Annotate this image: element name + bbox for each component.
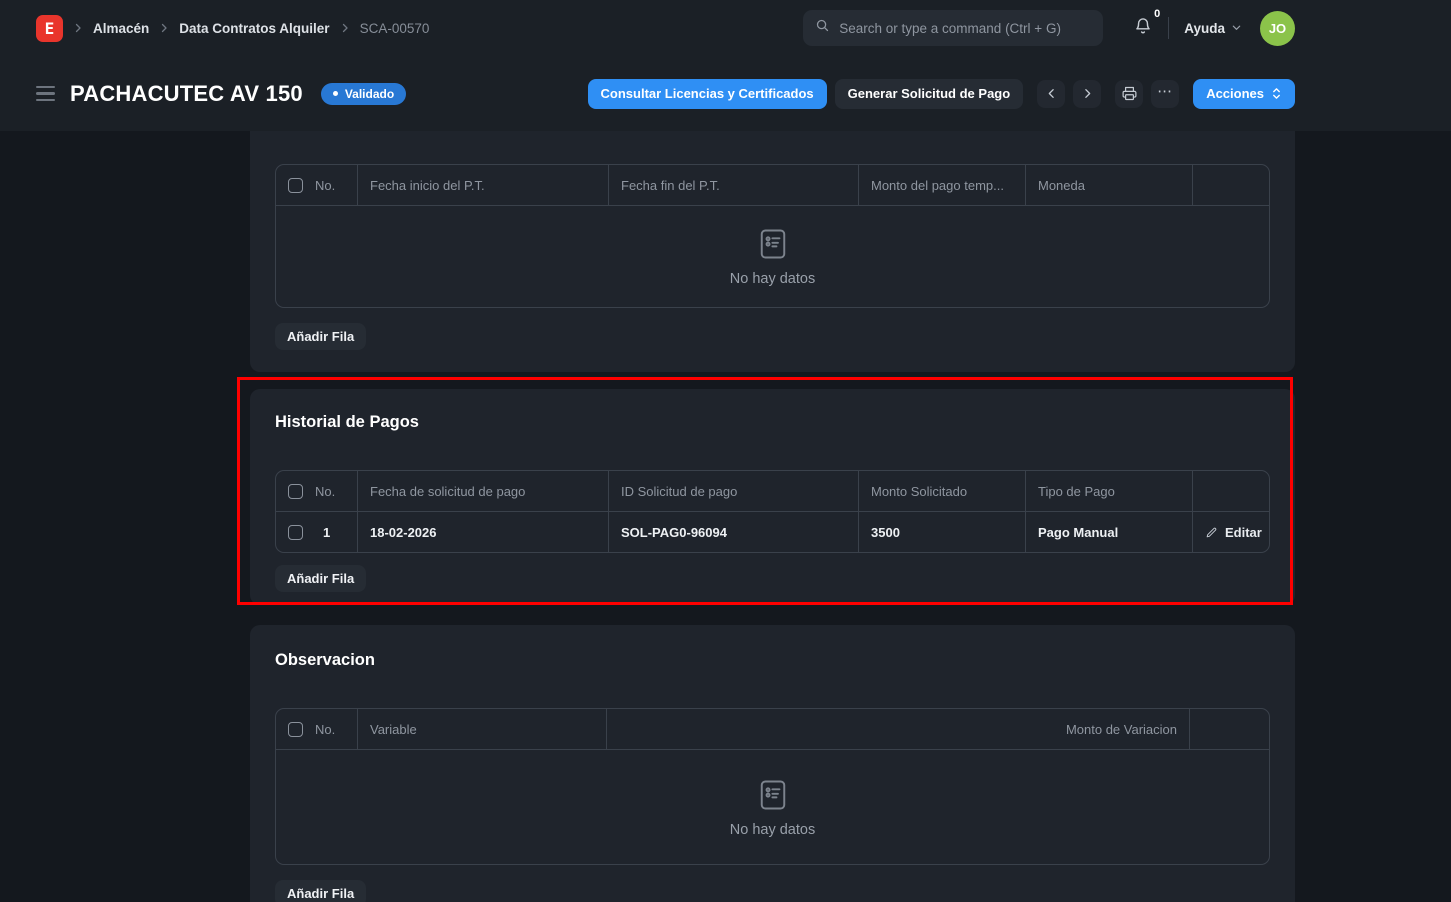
chevron-right-icon xyxy=(158,22,170,34)
pencil-icon xyxy=(1205,526,1218,539)
add-row-button[interactable]: Añadir Fila xyxy=(275,565,366,592)
chevron-right-icon xyxy=(1081,87,1094,100)
search-icon xyxy=(815,18,830,38)
consultar-licencias-button[interactable]: Consultar Licencias y Certificados xyxy=(588,79,827,109)
acciones-label: Acciones xyxy=(1206,86,1264,101)
breadcrumb-item-current: SCA-00570 xyxy=(360,21,430,36)
observacion-table: No. Variable Monto de Variacion No hay d… xyxy=(275,708,1270,865)
row-checkbox[interactable] xyxy=(288,525,303,540)
search-input[interactable] xyxy=(839,21,1091,36)
empty-state: No hay datos xyxy=(276,750,1269,864)
column-header-no: No. xyxy=(315,722,335,737)
select-all-checkbox[interactable] xyxy=(288,484,303,499)
column-header-monto-variacion: Monto de Variacion xyxy=(606,709,1189,749)
cell-id-solicitud[interactable]: SOL-PAG0-96094 xyxy=(608,512,858,552)
status-badge-label: Validado xyxy=(345,87,394,101)
column-header-id-solicitud: ID Solicitud de pago xyxy=(608,471,858,511)
column-header-fecha-solicitud: Fecha de solicitud de pago xyxy=(357,471,608,511)
section-observacion: Observacion No. Variable Monto de Variac… xyxy=(250,625,1295,902)
app-logo[interactable]: E xyxy=(36,15,63,42)
ellipsis-icon: ⋯ xyxy=(1157,82,1173,105)
empty-state: No hay datos xyxy=(276,206,1269,307)
chevron-down-icon xyxy=(1231,21,1242,36)
status-badge: Validado xyxy=(321,83,406,105)
notification-count-badge: 0 xyxy=(1154,8,1160,20)
print-button[interactable] xyxy=(1115,80,1143,108)
page-title: PACHACUTEC AV 150 xyxy=(70,81,303,107)
empty-list-icon xyxy=(755,777,791,813)
generar-solicitud-label: Generar Solicitud de Pago xyxy=(848,86,1011,101)
topbar: E Almacén Data Contratos Alquiler SCA-00… xyxy=(0,0,1451,56)
column-header-actions xyxy=(1189,709,1269,749)
next-document-button[interactable] xyxy=(1073,80,1101,108)
section-title: Historial de Pagos xyxy=(275,413,1270,432)
form-content: No. Fecha inicio del P.T. Fecha fin del … xyxy=(0,131,1451,902)
prev-document-button[interactable] xyxy=(1037,80,1065,108)
column-header-actions xyxy=(1192,165,1269,205)
unfold-chevrons-icon xyxy=(1271,87,1282,100)
add-row-button[interactable]: Añadir Fila xyxy=(275,880,366,902)
notifications-button[interactable]: 0 xyxy=(1133,16,1153,41)
historial-pagos-table: No. Fecha de solicitud de pago ID Solici… xyxy=(275,470,1270,553)
section-historial-de-pagos: Historial de Pagos No. Fecha de solicitu… xyxy=(250,389,1295,605)
column-header-actions xyxy=(1192,471,1269,511)
section-pagos-temporales: No. Fecha inicio del P.T. Fecha fin del … xyxy=(250,131,1295,372)
page-header: PACHACUTEC AV 150 Validado Consultar Lic… xyxy=(0,56,1451,131)
empty-state-text: No hay datos xyxy=(730,271,815,287)
bell-icon xyxy=(1133,16,1153,41)
help-label: Ayuda xyxy=(1184,21,1225,36)
breadcrumb-item-doctype[interactable]: Data Contratos Alquiler xyxy=(179,21,329,36)
edit-row-button[interactable]: Editar xyxy=(1205,525,1262,540)
header-actions: Consultar Licencias y Certificados Gener… xyxy=(588,79,1295,109)
row-number: 1 xyxy=(323,525,330,540)
column-header-fecha-fin: Fecha fin del P.T. xyxy=(608,165,858,205)
pagos-temporales-table: No. Fecha inicio del P.T. Fecha fin del … xyxy=(275,164,1270,308)
chevron-right-icon xyxy=(339,22,351,34)
status-dot-icon xyxy=(333,91,338,96)
column-header-tipo-pago: Tipo de Pago xyxy=(1025,471,1192,511)
cell-tipo-pago[interactable]: Pago Manual xyxy=(1025,512,1192,552)
table-header-row: No. Variable Monto de Variacion xyxy=(276,709,1269,750)
topbar-divider xyxy=(1168,17,1169,39)
avatar-initials: JO xyxy=(1269,21,1286,36)
global-search[interactable] xyxy=(803,10,1103,46)
select-all-checkbox[interactable] xyxy=(288,178,303,193)
user-avatar[interactable]: JO xyxy=(1260,11,1295,46)
chevron-right-icon xyxy=(72,22,84,34)
breadcrumb-item-almacen[interactable]: Almacén xyxy=(93,21,149,36)
consultar-licencias-label: Consultar Licencias y Certificados xyxy=(601,86,814,101)
acciones-button[interactable]: Acciones xyxy=(1193,79,1295,109)
cell-monto-solicitado[interactable]: 3500 xyxy=(858,512,1025,552)
column-header-monto-pago: Monto del pago temp... xyxy=(858,165,1025,205)
help-menu[interactable]: Ayuda xyxy=(1184,21,1242,36)
chevron-left-icon xyxy=(1045,87,1058,100)
sidebar-toggle-icon[interactable] xyxy=(36,82,55,106)
column-header-no: No. xyxy=(315,178,335,193)
cell-fecha-solicitud[interactable]: 18-02-2026 xyxy=(357,512,608,552)
column-header-moneda: Moneda xyxy=(1025,165,1192,205)
add-row-button[interactable]: Añadir Fila xyxy=(275,323,366,350)
table-header-row: No. Fecha de solicitud de pago ID Solici… xyxy=(276,471,1269,512)
generar-solicitud-button[interactable]: Generar Solicitud de Pago xyxy=(835,79,1024,109)
edit-row-label: Editar xyxy=(1225,525,1262,540)
column-header-monto-solicitado: Monto Solicitado xyxy=(858,471,1025,511)
select-all-checkbox[interactable] xyxy=(288,722,303,737)
column-header-fecha-inicio: Fecha inicio del P.T. xyxy=(357,165,608,205)
table-row: 1 18-02-2026 SOL-PAG0-96094 3500 Pago Ma… xyxy=(276,512,1269,552)
column-header-no: No. xyxy=(315,484,335,499)
printer-icon xyxy=(1121,85,1138,102)
empty-state-text: No hay datos xyxy=(730,822,815,838)
menu-ellipsis-button[interactable]: ⋯ xyxy=(1151,80,1179,108)
section-title: Observacion xyxy=(275,651,1270,670)
table-header-row: No. Fecha inicio del P.T. Fecha fin del … xyxy=(276,165,1269,206)
column-header-variable: Variable xyxy=(357,709,606,749)
empty-list-icon xyxy=(755,226,791,262)
app-logo-letter: E xyxy=(45,19,55,38)
